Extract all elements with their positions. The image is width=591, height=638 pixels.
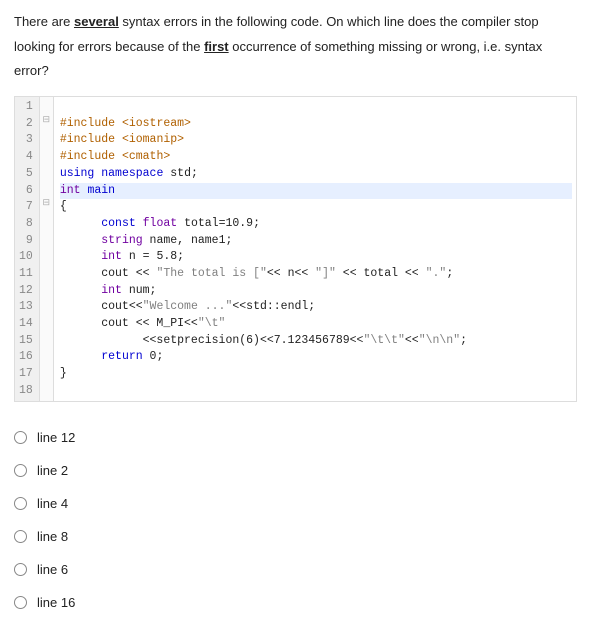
answer-option[interactable]: line 2 <box>14 463 577 478</box>
code-line: cout<<"Welcome ..."<<std::endl; <box>60 299 572 316</box>
code-line: int main <box>60 183 572 200</box>
line-number: 12 <box>19 283 33 300</box>
fold-marker <box>40 297 53 314</box>
q-text-1: There are <box>14 14 74 29</box>
line-number: 6 <box>19 183 33 200</box>
line-number: 5 <box>19 166 33 183</box>
line-number: 2 <box>19 116 33 133</box>
answer-option[interactable]: line 4 <box>14 496 577 511</box>
line-number: 13 <box>19 299 33 316</box>
question-text: There are several syntax errors in the f… <box>14 10 577 84</box>
radio-icon[interactable] <box>14 431 27 444</box>
line-number: 3 <box>19 132 33 149</box>
fold-marker <box>40 147 53 164</box>
fold-marker <box>40 97 53 114</box>
fold-marker: ⊟ <box>40 114 53 131</box>
line-number: 4 <box>19 149 33 166</box>
fold-marker <box>40 214 53 231</box>
line-number: 8 <box>19 216 33 233</box>
fold-marker <box>40 164 53 181</box>
fold-gutter: ⊟⊟ <box>40 97 54 401</box>
code-block: 123456789101112131415161718 ⊟⊟ #include … <box>14 96 577 402</box>
code-line <box>60 99 572 116</box>
code-line: #include <iomanip> <box>60 132 572 149</box>
line-number: 17 <box>19 366 33 383</box>
code-line: #include <iostream> <box>60 116 572 133</box>
fold-marker: ⊟ <box>40 197 53 214</box>
code-line: <<setprecision(6)<<7.123456789<<"\t\t"<<… <box>60 333 572 350</box>
code-line: int num; <box>60 283 572 300</box>
answer-option[interactable]: line 8 <box>14 529 577 544</box>
radio-icon[interactable] <box>14 563 27 576</box>
option-label: line 6 <box>37 562 68 577</box>
fold-marker <box>40 231 53 248</box>
code-line: } <box>60 366 572 383</box>
option-label: line 8 <box>37 529 68 544</box>
line-number: 18 <box>19 383 33 400</box>
code-line: cout << "The total is ["<< n<< "]" << to… <box>60 266 572 283</box>
line-number: 16 <box>19 349 33 366</box>
option-label: line 2 <box>37 463 68 478</box>
answer-option[interactable]: line 6 <box>14 562 577 577</box>
line-number: 1 <box>19 99 33 116</box>
code-line: const float total=10.9; <box>60 216 572 233</box>
fold-marker <box>40 314 53 331</box>
fold-marker <box>40 364 53 381</box>
fold-marker <box>40 331 53 348</box>
fold-marker <box>40 264 53 281</box>
q-emph-2: first <box>204 39 229 54</box>
line-number: 9 <box>19 233 33 250</box>
radio-icon[interactable] <box>14 464 27 477</box>
q-emph-1: several <box>74 14 119 29</box>
code-line: int n = 5.8; <box>60 249 572 266</box>
option-label: line 4 <box>37 496 68 511</box>
code-line <box>60 383 572 400</box>
fold-marker <box>40 381 53 398</box>
fold-marker <box>40 247 53 264</box>
code-line: cout << M_PI<<"\t" <box>60 316 572 333</box>
code-line: string name, name1; <box>60 233 572 250</box>
code-line: return 0; <box>60 349 572 366</box>
code-line: using namespace std; <box>60 166 572 183</box>
line-number: 7 <box>19 199 33 216</box>
radio-icon[interactable] <box>14 530 27 543</box>
line-number-gutter: 123456789101112131415161718 <box>15 97 40 401</box>
fold-marker <box>40 181 53 198</box>
line-number: 14 <box>19 316 33 333</box>
line-number: 15 <box>19 333 33 350</box>
line-number: 10 <box>19 249 33 266</box>
fold-marker <box>40 281 53 298</box>
answer-options: line 12 line 2 line 4 line 8 line 6 line 16 <box>14 430 577 610</box>
answer-option[interactable]: line 12 <box>14 430 577 445</box>
radio-icon[interactable] <box>14 596 27 609</box>
answer-option[interactable]: line 16 <box>14 595 577 610</box>
option-label: line 16 <box>37 595 75 610</box>
code-lines: #include <iostream>#include <iomanip>#in… <box>54 97 576 401</box>
line-number: 11 <box>19 266 33 283</box>
fold-marker <box>40 347 53 364</box>
code-line: { <box>60 199 572 216</box>
radio-icon[interactable] <box>14 497 27 510</box>
fold-marker <box>40 130 53 147</box>
option-label: line 12 <box>37 430 75 445</box>
code-line: #include <cmath> <box>60 149 572 166</box>
